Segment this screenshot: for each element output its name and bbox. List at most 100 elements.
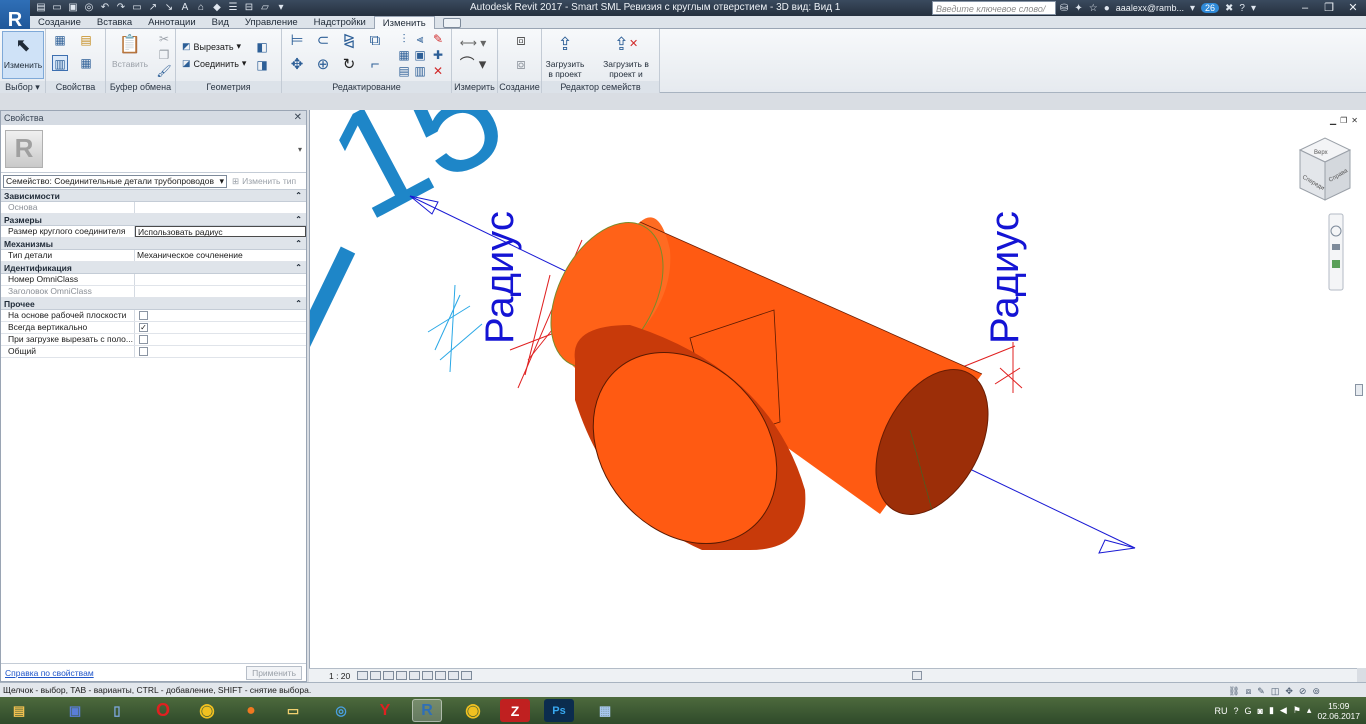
category-identity[interactable]: Идентификация ⌃	[1, 262, 306, 274]
select-underlay-icon[interactable]: ⧈	[1246, 684, 1252, 698]
work-plane-checkbox[interactable]	[139, 311, 148, 320]
background-process-icon[interactable]: ⊚	[1312, 684, 1320, 698]
aligned-dimension-icon[interactable]: ⌒ ▾	[458, 57, 488, 73]
category-other[interactable]: Прочее ⌃	[1, 298, 306, 310]
select-links-icon[interactable]: ⛓	[1228, 684, 1239, 698]
taskbar-filezilla-icon[interactable]: Z	[500, 699, 530, 722]
star-icon[interactable]: ☆	[1089, 3, 1098, 14]
trim-extend-single-icon[interactable]: ▥	[412, 63, 428, 79]
cut-geometry-button[interactable]: ◩ Вырезать ▾	[182, 41, 241, 52]
radius-dimension-right[interactable]: Радиус	[983, 211, 1027, 344]
redo-icon[interactable]: ↷	[114, 1, 128, 15]
close-windows-icon[interactable]: ⊟	[242, 1, 256, 15]
category-dimensions[interactable]: Размеры ⌃	[1, 214, 306, 226]
copy-icon[interactable]: ❐	[156, 47, 172, 63]
match-properties-icon[interactable]: 🖌	[156, 63, 172, 79]
show-crop-icon[interactable]	[422, 671, 433, 680]
chevron-down-icon[interactable]: ▾	[1251, 3, 1256, 14]
view-close-icon[interactable]: ✕	[1351, 116, 1358, 125]
tray-expand-icon[interactable]: ▴	[1307, 705, 1312, 716]
split-gap-icon[interactable]: ⫷	[412, 31, 428, 47]
view-restore-icon[interactable]: ❐	[1340, 116, 1347, 125]
mirror-axis-icon[interactable]: ⧎	[338, 33, 360, 55]
property-value[interactable]	[135, 274, 306, 285]
family-category-icon[interactable]: ▦	[78, 55, 94, 71]
measure-icon[interactable]: ↗	[146, 1, 160, 15]
properties-icon[interactable]: ▦	[52, 32, 68, 48]
unpin-icon[interactable]: ✎	[430, 31, 446, 47]
chevron-down-icon[interactable]: ▾	[298, 145, 302, 154]
edit-type-button[interactable]: ⊞ Изменить тип	[232, 176, 296, 187]
measure-between-icon[interactable]: ⟷ ▾	[458, 35, 488, 51]
tray-gmail-icon[interactable]: G	[1245, 706, 1252, 716]
text-icon[interactable]: A	[178, 1, 192, 15]
paint-icon[interactable]: ◨	[254, 57, 270, 73]
visual-style-icon[interactable]	[370, 671, 381, 680]
open-icon[interactable]: ▤	[34, 1, 48, 15]
language-indicator[interactable]: RU	[1215, 706, 1228, 716]
hide-isolate-icon[interactable]	[448, 671, 459, 680]
drag-elements-icon[interactable]: ✥	[1285, 684, 1293, 698]
taskbar-remote-desktop-icon[interactable]: ▦	[590, 699, 620, 722]
join-button[interactable]: ◪ Соединить ▾	[182, 58, 246, 69]
cut-icon[interactable]: ✂	[156, 31, 172, 47]
property-value[interactable]	[135, 286, 306, 297]
taskbar-chrome-icon[interactable]: ◉	[192, 699, 222, 722]
tab-annotate[interactable]: Аннотации	[140, 16, 204, 28]
tab-insert[interactable]: Вставка	[89, 16, 140, 28]
viewcube[interactable]: Верх Спереди Справа	[1298, 137, 1352, 201]
tray-network-icon[interactable]: ▮	[1269, 705, 1274, 716]
navigation-bar[interactable]	[1328, 213, 1344, 291]
section-icon[interactable]: ◆	[210, 1, 224, 15]
tab-create[interactable]: Создание	[30, 16, 89, 28]
lock-view-icon[interactable]	[435, 671, 446, 680]
3d-view-icon[interactable]: ⌂	[194, 1, 208, 15]
binoculars-icon[interactable]: ⛁	[1060, 3, 1068, 14]
switch-windows-icon[interactable]: ▱	[258, 1, 272, 15]
create-similar-icon[interactable]: ⧇	[510, 57, 532, 79]
sun-path-icon[interactable]	[383, 671, 394, 680]
clock[interactable]: 15:09 02.06.2017	[1317, 701, 1360, 721]
split-icon[interactable]: ⫶	[396, 31, 412, 47]
type-selector[interactable]: R ▾	[1, 125, 306, 173]
crop-view-icon[interactable]	[409, 671, 420, 680]
print-icon[interactable]: ▭	[130, 1, 144, 15]
notification-badge[interactable]: 26	[1201, 3, 1220, 13]
thin-lines-icon[interactable]: ☰	[226, 1, 240, 15]
select-pinned-icon[interactable]: ✎	[1257, 684, 1265, 698]
category-mechanical[interactable]: Механизмы ⌃	[1, 238, 306, 250]
taskbar-explorer-icon[interactable]: ▤	[4, 699, 34, 722]
radius-dimension-left[interactable]: Радиус	[478, 211, 522, 344]
chevron-down-icon[interactable]: ▾	[1190, 3, 1195, 14]
panel-label-select[interactable]: Выбор ▾	[0, 81, 45, 93]
exchange-icon[interactable]: ✖	[1225, 3, 1233, 14]
property-value[interactable]	[135, 202, 306, 213]
taskbar-document-icon[interactable]: ▯	[102, 699, 132, 722]
trim-extend-multi-icon[interactable]: ▤	[396, 63, 412, 79]
save-icon[interactable]: ▣	[66, 1, 80, 15]
taskbar-photoshop-icon[interactable]: Ps	[544, 699, 574, 722]
tray-skype-icon[interactable]: ◙	[1258, 706, 1263, 716]
sync-icon[interactable]: ◎	[82, 1, 96, 15]
type-properties-icon[interactable]: ▤	[78, 32, 94, 48]
trim-icon[interactable]: ⌐	[364, 57, 386, 79]
undo-icon[interactable]: ↶	[98, 1, 112, 15]
help-icon[interactable]: ?	[1239, 3, 1245, 14]
tray-volume-icon[interactable]: ◀	[1280, 705, 1287, 716]
subscription-icon[interactable]: ✦	[1074, 3, 1082, 14]
select-by-face-icon[interactable]: ◫	[1271, 684, 1280, 698]
scale-icon[interactable]: ▣	[412, 47, 428, 63]
user-name[interactable]: aaalexx@ramb...	[1116, 3, 1184, 13]
rotate-icon[interactable]: ↻	[338, 57, 360, 79]
delete-icon[interactable]: ✕	[430, 63, 446, 79]
tab-manage[interactable]: Управление	[237, 16, 306, 28]
taskbar-opera-icon[interactable]: O	[148, 699, 178, 722]
view-minimize-icon[interactable]: ▁	[1330, 116, 1336, 125]
paste-button[interactable]: 📋 Вставить	[112, 31, 148, 69]
tab-view[interactable]: Вид	[204, 16, 237, 28]
shared-checkbox[interactable]	[139, 347, 148, 356]
view-scale[interactable]: 1 : 20	[329, 671, 357, 681]
apply-button[interactable]: Применить	[246, 665, 302, 680]
tray-help-icon[interactable]: ?	[1234, 706, 1239, 716]
qat-dropdown-icon[interactable]: ▾	[274, 1, 288, 15]
